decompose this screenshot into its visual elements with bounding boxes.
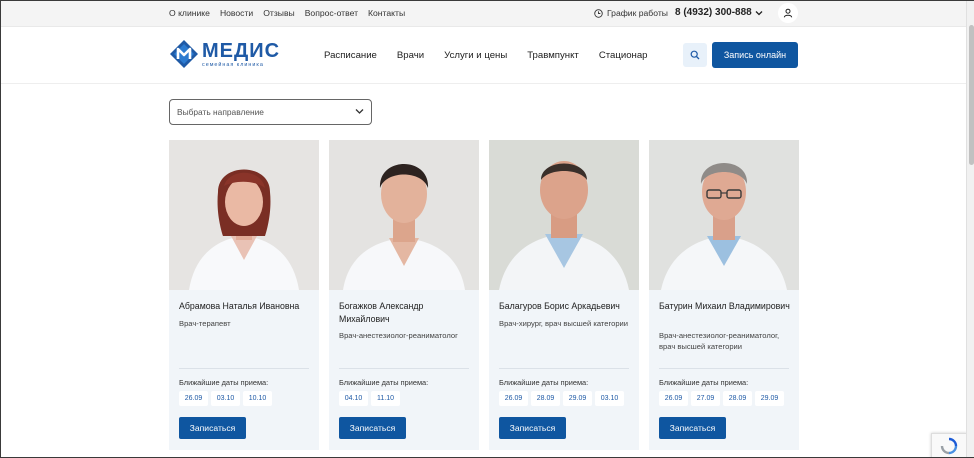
nav-hospital[interactable]: Стационар bbox=[599, 50, 648, 61]
phone-number: 8 (4932) 300-888 bbox=[675, 7, 752, 18]
direction-select-placeholder: Выбрать направление bbox=[177, 107, 264, 117]
divider bbox=[339, 368, 469, 369]
dates-label: Ближайшие даты приема: bbox=[499, 378, 589, 387]
recaptcha-badge[interactable] bbox=[931, 433, 967, 457]
chevron-down-icon bbox=[755, 10, 763, 15]
top-link-contacts[interactable]: Контакты bbox=[368, 8, 405, 18]
nav-trauma[interactable]: Травмпункт bbox=[527, 50, 579, 61]
divider bbox=[499, 368, 629, 369]
direction-select[interactable]: Выбрать направление bbox=[169, 99, 372, 125]
date-chip[interactable]: 26.09 bbox=[499, 391, 528, 406]
doctor-card: Балагуров Борис Аркадьевич Врач-хирург, … bbox=[489, 140, 639, 450]
date-chip[interactable]: 28.09 bbox=[723, 391, 752, 406]
date-chip[interactable]: 27.09 bbox=[691, 391, 720, 406]
phone-dropdown[interactable]: 8 (4932) 300-888 bbox=[675, 7, 763, 18]
top-bar: О клинике Новости Отзывы Вопрос-ответ Ко… bbox=[1, 1, 966, 27]
dates-label: Ближайшие даты приема: bbox=[339, 378, 429, 387]
nav-schedule[interactable]: Расписание bbox=[324, 50, 377, 61]
doctor-photo[interactable] bbox=[169, 140, 319, 290]
doctor-name[interactable]: Батурин Михаил Владимирович bbox=[659, 300, 791, 313]
schedule-link[interactable]: График работы bbox=[594, 8, 668, 18]
nav-services[interactable]: Услуги и цены bbox=[444, 50, 507, 61]
book-button[interactable]: Записаться bbox=[499, 417, 566, 439]
chevron-down-icon bbox=[355, 109, 364, 114]
doctor-name[interactable]: Богажков Александр Михайлович bbox=[339, 300, 471, 326]
dates-label: Ближайшие даты приема: bbox=[179, 378, 269, 387]
date-chip[interactable]: 28.09 bbox=[531, 391, 560, 406]
scrollbar-thumb[interactable] bbox=[969, 25, 974, 165]
date-chip[interactable]: 04.10 bbox=[339, 391, 368, 406]
dates-list: 26.09 27.09 28.09 29.09 bbox=[659, 391, 784, 406]
schedule-label: График работы bbox=[607, 8, 668, 18]
date-chip[interactable]: 03.10 bbox=[595, 391, 624, 406]
logo-name: МЕДИС bbox=[202, 39, 281, 62]
book-button[interactable]: Записаться bbox=[659, 417, 726, 439]
dates-list: 26.09 28.09 29.09 03.10 bbox=[499, 391, 624, 406]
main-nav: Расписание Врачи Услуги и цены Травмпунк… bbox=[324, 50, 668, 61]
top-link-about[interactable]: О клинике bbox=[169, 8, 210, 18]
dates-label: Ближайшие даты приема: bbox=[659, 378, 749, 387]
user-icon bbox=[783, 8, 793, 18]
doctor-photo[interactable] bbox=[329, 140, 479, 290]
divider bbox=[179, 368, 309, 369]
date-chip[interactable]: 26.09 bbox=[179, 391, 208, 406]
doctor-card: Батурин Михаил Владимирович Врач-анестез… bbox=[649, 140, 799, 450]
doctor-card: Абрамова Наталья Ивановна Врач-терапевт … bbox=[169, 140, 319, 450]
doctor-name[interactable]: Балагуров Борис Аркадьевич bbox=[499, 300, 631, 313]
doctor-specialty: Врач-анестезиолог-реаниматолог, врач выс… bbox=[659, 331, 780, 351]
top-link-news[interactable]: Новости bbox=[220, 8, 253, 18]
doctor-specialty: Врач-терапевт bbox=[179, 319, 231, 328]
date-chip[interactable]: 03.10 bbox=[211, 391, 240, 406]
dates-list: 04.10 11.10 bbox=[339, 391, 400, 406]
clock-icon bbox=[594, 8, 603, 18]
top-link-faq[interactable]: Вопрос-ответ bbox=[305, 8, 358, 18]
doctor-specialty: Врач-анестезиолог-реаниматолог bbox=[339, 331, 458, 340]
recaptcha-icon bbox=[940, 437, 958, 455]
top-link-reviews[interactable]: Отзывы bbox=[263, 8, 294, 18]
online-booking-button[interactable]: Запись онлайн bbox=[712, 42, 798, 68]
browser-viewport: О клинике Новости Отзывы Вопрос-ответ Ко… bbox=[0, 0, 974, 458]
date-chip[interactable]: 29.09 bbox=[755, 391, 784, 406]
date-chip[interactable]: 10.10 bbox=[243, 391, 272, 406]
top-links: О клинике Новости Отзывы Вопрос-ответ Ко… bbox=[169, 8, 405, 18]
logo-icon bbox=[170, 40, 198, 68]
search-button[interactable] bbox=[683, 43, 707, 67]
account-button[interactable] bbox=[778, 3, 798, 23]
doctor-photo[interactable] bbox=[649, 140, 799, 290]
doctor-name[interactable]: Абрамова Наталья Ивановна bbox=[179, 300, 311, 313]
dates-list: 26.09 03.10 10.10 bbox=[179, 391, 272, 406]
page-scrollbar[interactable] bbox=[966, 1, 974, 457]
date-chip[interactable]: 26.09 bbox=[659, 391, 688, 406]
logo[interactable]: МЕДИС семейная клиника bbox=[169, 39, 280, 69]
divider bbox=[659, 368, 789, 369]
nav-doctors[interactable]: Врачи bbox=[397, 50, 424, 61]
doctor-card: Богажков Александр Михайлович Врач-анест… bbox=[329, 140, 479, 450]
logo-subtitle: семейная клиника bbox=[202, 61, 264, 68]
book-button[interactable]: Записаться bbox=[339, 417, 406, 439]
search-icon bbox=[690, 50, 700, 60]
book-button[interactable]: Записаться bbox=[179, 417, 246, 439]
doctor-photo[interactable] bbox=[489, 140, 639, 290]
doctor-specialty: Врач-хирург, врач высшей категории bbox=[499, 319, 629, 328]
date-chip[interactable]: 11.10 bbox=[371, 391, 400, 406]
date-chip[interactable]: 29.09 bbox=[563, 391, 592, 406]
main-header: МЕДИС семейная клиника Расписание Врачи … bbox=[1, 28, 966, 84]
